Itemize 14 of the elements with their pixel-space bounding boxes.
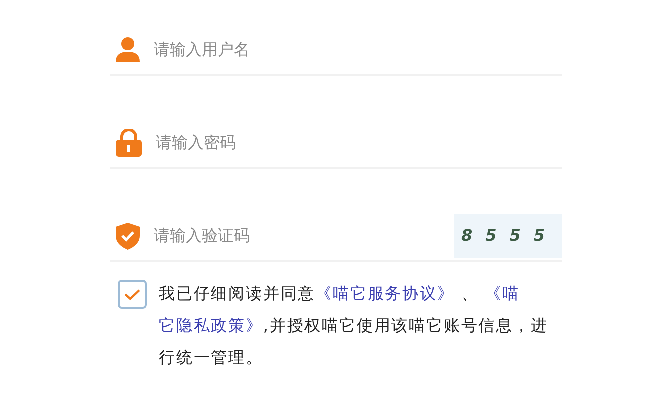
agreement-text: 我已仔细阅读并同意《喵它服务协议》 、 《喵 它隐私政策》,并授权喵它使用该喵它账号信息，进行统一管理。: [159, 283, 550, 369]
user-icon: [116, 37, 140, 63]
shield-icon: [116, 222, 140, 250]
username-field[interactable]: 请输入用户名: [154, 38, 562, 62]
captcha-image[interactable]: 8555: [454, 214, 562, 258]
policy-link[interactable]: 它隐私政策》: [159, 316, 264, 335]
lock-icon: [116, 129, 142, 157]
password-field[interactable]: 请输入密码: [156, 131, 562, 155]
captcha-code: 8555: [461, 225, 558, 247]
policy-link[interactable]: 《喵它服务协议》: [316, 284, 455, 303]
captcha-field[interactable]: 请输入验证码: [154, 224, 440, 248]
policy-link[interactable]: 《喵: [485, 284, 520, 303]
agreement-checkbox[interactable]: [118, 280, 147, 309]
check-icon: [124, 288, 141, 300]
